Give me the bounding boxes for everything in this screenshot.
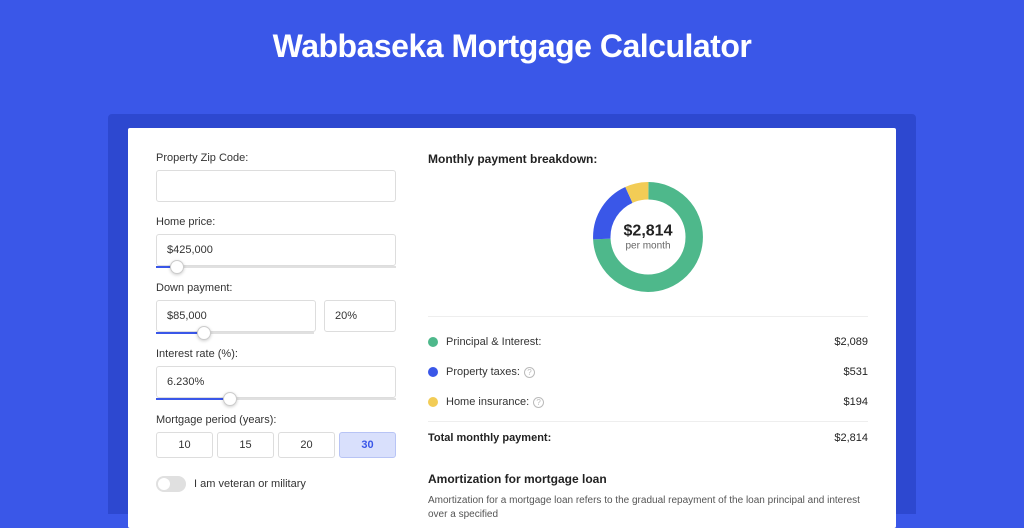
total-label: Total monthly payment: [428, 432, 834, 444]
total-value: $2,814 [834, 432, 868, 444]
legend-value: $531 [844, 366, 868, 378]
down-payment-label: Down payment: [156, 282, 396, 294]
legend-principal: Principal & Interest: $2,089 [428, 327, 868, 357]
down-payment-input[interactable] [156, 300, 316, 332]
divider [428, 316, 868, 317]
period-btn-15[interactable]: 15 [217, 432, 274, 458]
legend-label: Principal & Interest: [446, 336, 834, 348]
veteran-toggle[interactable] [156, 476, 186, 492]
interest-slider[interactable] [156, 398, 396, 400]
legend-label: Home insurance: ? [446, 396, 844, 408]
donut-sub: per month [624, 241, 673, 252]
interest-field: Interest rate (%): [156, 348, 396, 400]
dot-icon [428, 337, 438, 347]
period-options: 10 15 20 30 [156, 432, 396, 458]
zip-label: Property Zip Code: [156, 152, 396, 164]
veteran-toggle-row: I am veteran or military [156, 476, 396, 492]
slider-thumb[interactable] [170, 260, 184, 274]
zip-field: Property Zip Code: [156, 152, 396, 202]
zip-input[interactable] [156, 170, 396, 202]
inputs-panel: Property Zip Code: Home price: Down paym… [156, 152, 396, 528]
down-payment-slider[interactable] [156, 332, 314, 334]
home-price-input[interactable] [156, 234, 396, 266]
amortization-text: Amortization for a mortgage loan refers … [428, 494, 868, 522]
veteran-label: I am veteran or military [194, 478, 306, 490]
home-price-field: Home price: [156, 216, 396, 268]
breakdown-panel: Monthly payment breakdown: $2,814 per mo… [428, 152, 868, 528]
calculator-card: Property Zip Code: Home price: Down paym… [128, 128, 896, 528]
donut-center: $2,814 per month [624, 223, 673, 252]
donut-chart: $2,814 per month [587, 176, 709, 298]
interest-input[interactable] [156, 366, 396, 398]
legend-text: Property taxes: [446, 366, 520, 378]
period-btn-10[interactable]: 10 [156, 432, 213, 458]
legend-label: Property taxes: ? [446, 366, 844, 378]
period-field: Mortgage period (years): 10 15 20 30 [156, 414, 396, 458]
dot-icon [428, 397, 438, 407]
down-payment-field: Down payment: [156, 282, 396, 334]
slider-thumb[interactable] [223, 392, 237, 406]
period-btn-30[interactable]: 30 [339, 432, 396, 458]
legend-value: $194 [844, 396, 868, 408]
amortization-title: Amortization for mortgage loan [428, 472, 868, 486]
info-icon[interactable]: ? [524, 367, 535, 378]
total-row: Total monthly payment: $2,814 [428, 421, 868, 454]
home-price-slider[interactable] [156, 266, 396, 268]
legend-text: Home insurance: [446, 396, 529, 408]
info-icon[interactable]: ? [533, 397, 544, 408]
legend-value: $2,089 [834, 336, 868, 348]
legend-insurance: Home insurance: ? $194 [428, 387, 868, 417]
dot-icon [428, 367, 438, 377]
period-label: Mortgage period (years): [156, 414, 396, 426]
donut-chart-wrap: $2,814 per month [428, 176, 868, 298]
home-price-label: Home price: [156, 216, 396, 228]
down-payment-pct-input[interactable] [324, 300, 396, 332]
donut-amount: $2,814 [624, 223, 673, 241]
period-btn-20[interactable]: 20 [278, 432, 335, 458]
page-title: Wabbaseka Mortgage Calculator [0, 0, 1024, 87]
interest-label: Interest rate (%): [156, 348, 396, 360]
breakdown-title: Monthly payment breakdown: [428, 152, 868, 166]
slider-thumb[interactable] [197, 326, 211, 340]
legend-taxes: Property taxes: ? $531 [428, 357, 868, 387]
